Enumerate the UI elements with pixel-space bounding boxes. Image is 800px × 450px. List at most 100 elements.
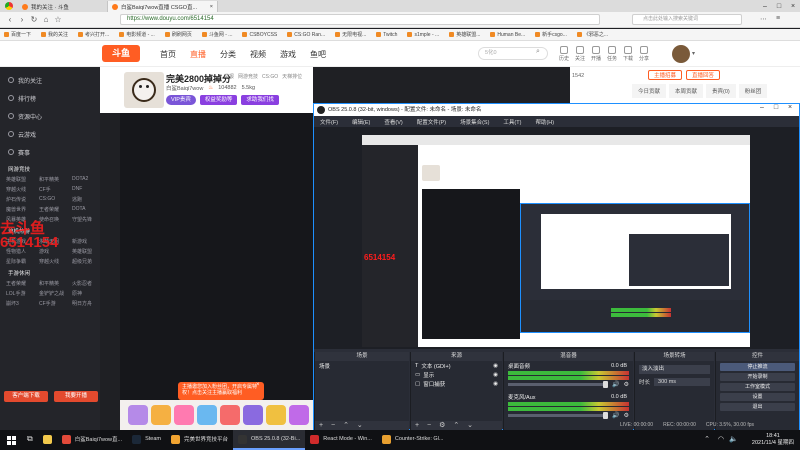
douyu-logo[interactable]: 斗鱼 <box>102 45 140 62</box>
obs-menu-item[interactable]: 配置文件(P) <box>417 118 446 126</box>
transition-select[interactable]: 淡入淡出 <box>639 365 710 374</box>
sidebar-item-follow[interactable]: 我的关注 <box>0 71 100 89</box>
stop-streaming-button[interactable]: 停止推流 <box>720 363 795 371</box>
category-link[interactable]: 明日方舟 <box>72 300 102 307</box>
eye-visible-icon[interactable]: ◉ <box>493 381 498 387</box>
source-item[interactable]: ▢ 窗口捕获 ◉ <box>411 379 502 388</box>
category-link[interactable]: DOTA2 <box>72 176 102 183</box>
gift-icon[interactable] <box>151 405 171 425</box>
room-tag[interactable]: CS:GO <box>262 74 278 80</box>
obs-maximize-icon[interactable]: □ <box>769 104 783 111</box>
taskbar-app[interactable]: Counter-Strike: Gl... <box>377 430 449 450</box>
volume-slider-handle[interactable] <box>603 381 609 388</box>
nav-game[interactable]: 游戏 <box>280 49 296 60</box>
start-stream-button[interactable]: 我要开播 <box>54 391 98 402</box>
streamer-avatar[interactable] <box>124 72 164 108</box>
sidebar-item-resource[interactable]: 资源中心 <box>0 107 100 125</box>
obs-close-icon[interactable]: × <box>783 104 797 111</box>
settings-gear-icon[interactable]: ⚙ <box>439 422 445 429</box>
bookmark-item[interactable]: 《邪恶之... <box>576 31 608 38</box>
start-recording-button[interactable]: 开始录制 <box>720 373 795 381</box>
start-button[interactable] <box>0 430 22 450</box>
speaker-icon[interactable]: 🔊 <box>612 381 619 388</box>
obs-menu-item[interactable]: 场景集合(S) <box>460 118 489 126</box>
tab-my-follow[interactable]: 我的关注 · 斗鱼 <box>18 1 108 12</box>
category-link[interactable]: 英雄联盟 <box>72 248 102 255</box>
taskbar-app[interactable]: Steam <box>127 430 166 450</box>
eye-visible-icon[interactable]: ◉ <box>493 372 498 378</box>
url-input[interactable]: https://www.douyu.com/6514154 <box>120 14 600 25</box>
sidebar-item-cloud-game[interactable]: 云游戏 <box>0 125 100 143</box>
nav-video[interactable]: 视频 <box>250 49 266 60</box>
obs-menu-item[interactable]: 编辑(E) <box>352 118 370 126</box>
header-icon-4[interactable]: 下载 <box>620 46 636 62</box>
taskbar-app[interactable]: 完美世界竞技平台 <box>166 430 233 450</box>
system-clock[interactable]: 18:41 2021/11/4 星期四 <box>752 433 794 447</box>
nav-yuba[interactable]: 鱼吧 <box>310 49 326 60</box>
room-tag[interactable]: 举报 <box>224 73 234 80</box>
category-link[interactable]: 新游戏 <box>72 238 102 245</box>
obs-menu-item[interactable]: 帮助(H) <box>535 118 554 126</box>
bookmark-item[interactable]: 考兴打开... <box>78 31 109 38</box>
category-link[interactable]: 和平精英 <box>39 280 72 287</box>
category-link[interactable]: DOTA <box>72 206 102 213</box>
taskbar-app[interactable]: React Mode - Win... <box>305 430 377 450</box>
studio-mode-button[interactable]: 工作室模式 <box>720 383 795 391</box>
download-client-button[interactable]: 客户端下载 <box>4 391 48 402</box>
refresh-icon[interactable]: ↻ <box>28 15 40 24</box>
settings-gear-icon[interactable]: ⚙ <box>624 381 629 388</box>
category-link[interactable]: 超级兄弟 <box>72 258 102 265</box>
obs-menu-item[interactable]: 文件(F) <box>320 118 338 126</box>
browser-logo-icon[interactable] <box>0 0 18 12</box>
category-link[interactable]: CS:GO <box>39 196 72 203</box>
browser-search-input[interactable]: 点击此处输入搜索关键词 <box>632 14 742 25</box>
category-link[interactable]: 炉石传说 <box>6 196 39 203</box>
category-link[interactable]: DNF <box>72 186 102 193</box>
volume-slider[interactable] <box>508 412 609 419</box>
obs-preview[interactable]: 6514154 <box>314 127 799 349</box>
category-link[interactable]: CF手游 <box>39 300 72 307</box>
exit-button[interactable]: 退出 <box>720 403 795 411</box>
bookmark-item[interactable]: 百度一下 <box>4 31 31 38</box>
gift-icon[interactable] <box>266 405 286 425</box>
tab-today-contribution[interactable]: 今日贡献 <box>632 84 667 98</box>
bookmark-item[interactable]: CSBOYCSS <box>242 32 277 38</box>
header-icon-3[interactable]: 任务 <box>604 46 620 62</box>
obs-menu-item[interactable]: 查看(V) <box>384 118 402 126</box>
bookmark-item[interactable]: CS:GO Ran... <box>287 32 325 38</box>
source-item[interactable]: T 文本 (GDI+) ◉ <box>411 361 502 370</box>
obs-minimize-icon[interactable]: – <box>755 104 769 111</box>
speaker-icon[interactable]: 🔊 <box>612 412 619 419</box>
remove-icon[interactable]: − <box>427 422 431 429</box>
gift-icon[interactable] <box>174 405 194 425</box>
category-link[interactable]: 英雄联盟 <box>6 176 39 183</box>
header-icon-2[interactable]: 开播 <box>588 46 604 62</box>
room-tag[interactable]: 网游竞技 <box>238 73 258 80</box>
settings-button[interactable]: 设置 <box>720 393 795 401</box>
category-link[interactable]: 原神 <box>72 290 102 297</box>
help-button[interactable]: 求助我们找 <box>241 95 279 105</box>
settings-gear-icon[interactable]: ⚙ <box>624 412 629 419</box>
gift-icon[interactable] <box>243 405 263 425</box>
taskbar-app[interactable]: 白鲨Baiqi7wow直... <box>57 430 127 450</box>
source-item[interactable]: ▭ 显示 ◉ <box>411 370 502 379</box>
menu-icon[interactable]: ≡ <box>776 15 780 22</box>
category-link[interactable]: 守望先锋 <box>72 216 102 223</box>
category-link[interactable]: 王者荣耀 <box>39 206 72 213</box>
category-link[interactable]: 金铲铲之战 <box>39 290 72 297</box>
sidebar-item-events[interactable]: 赛事 <box>0 143 100 161</box>
room-owner-name[interactable]: 白鲨Baiqi7wow <box>166 84 203 92</box>
forward-icon[interactable]: › <box>16 15 28 24</box>
gift-icon[interactable] <box>128 405 148 425</box>
gift-icon[interactable] <box>289 405 309 425</box>
nav-category[interactable]: 分类 <box>220 49 236 60</box>
reward-button[interactable]: 权益奖励等 <box>199 95 238 105</box>
bookmark-star-icon[interactable]: ☆ <box>52 15 64 24</box>
room-tag[interactable]: 天梯排位 <box>282 73 302 80</box>
volume-slider-handle[interactable] <box>603 412 609 419</box>
scene-item[interactable]: 场景 <box>315 361 409 370</box>
tab-vip[interactable]: 贵宾(0) <box>706 84 736 98</box>
nav-live[interactable]: 直播 <box>190 49 206 60</box>
category-link[interactable]: 穿越火线 <box>39 258 72 265</box>
category-link[interactable]: 和平精英 <box>39 176 72 183</box>
